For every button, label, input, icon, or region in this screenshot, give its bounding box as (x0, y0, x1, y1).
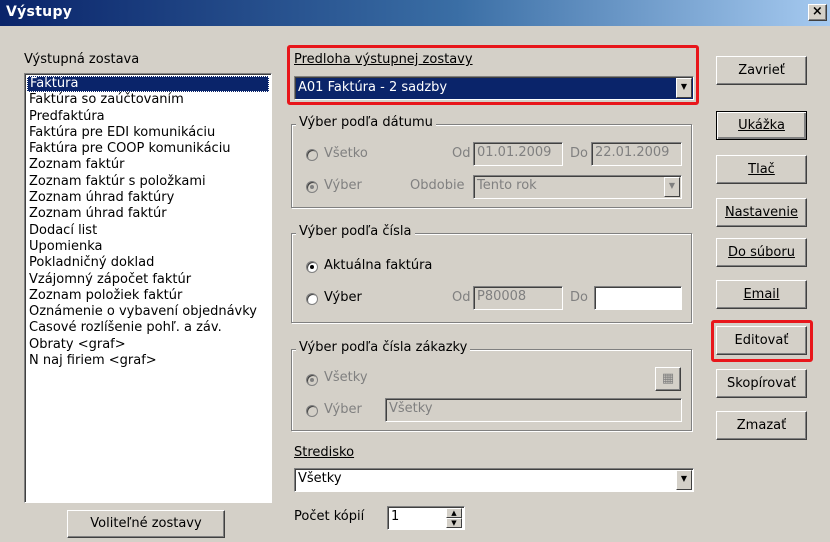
to-file-button-label: Do súboru (728, 245, 795, 260)
number-to-label: Do (570, 290, 588, 305)
list-item[interactable]: Vzájomný zápočet faktúr (27, 272, 269, 288)
copy-button-label: Skopírovať (727, 376, 796, 391)
chevron-down-icon[interactable]: ▼ (676, 470, 692, 490)
delete-button[interactable]: Zmazať (716, 411, 807, 440)
lookup-icon[interactable]: ▦ (655, 367, 681, 391)
template-highlight (287, 45, 699, 105)
order-select-label: Výber (324, 402, 362, 417)
settings-button[interactable]: Nastavenie (716, 198, 807, 227)
optional-reports-button[interactable]: Voliteľné zostavy (67, 510, 225, 538)
list-item[interactable]: Oznámenie o vybavení objednávky (27, 304, 269, 320)
close-button[interactable]: Zavrieť (716, 56, 807, 85)
list-item[interactable]: Pokladničný doklad (27, 255, 269, 271)
date-select-label: Výber (324, 178, 362, 193)
close-icon: × (811, 4, 824, 19)
list-item[interactable]: Obraty <graf> (27, 337, 269, 353)
report-listbox[interactable]: Faktúra Faktúra so zaúčtovaním Predfaktúra… (24, 73, 272, 503)
number-from-label: Od (452, 290, 471, 305)
order-all-radio[interactable] (306, 374, 318, 386)
report-list-label: Výstupná zostava (24, 52, 139, 67)
current-invoice-label: Aktuálna faktúra (324, 258, 433, 273)
list-item[interactable]: N naj firiem <graf> (27, 353, 269, 369)
order-group-title: Výber podľa čísla zákazky (296, 340, 471, 355)
to-file-button[interactable]: Do súboru (716, 238, 807, 267)
list-item[interactable]: Faktúra pre COOP komunikáciu (27, 141, 269, 157)
optional-reports-label: Voliteľné zostavy (90, 516, 202, 531)
date-from-field[interactable]: 01.01.2009 (473, 142, 563, 166)
order-all-label: Všetky (324, 370, 368, 385)
close-window-button[interactable]: × (808, 4, 827, 21)
spin-up-icon[interactable]: ▲ (446, 508, 462, 518)
window-titlebar: Výstupy × (0, 0, 830, 26)
list-item[interactable]: Upomienka (27, 239, 269, 255)
close-button-label: Zavrieť (738, 63, 785, 78)
email-button[interactable]: Email (716, 280, 807, 309)
list-item[interactable]: Faktúra (27, 76, 269, 93)
center-value: Všetky (298, 471, 342, 486)
preview-button[interactable]: Ukážka (716, 111, 807, 140)
copies-label: Počet kópií (294, 509, 365, 524)
date-to-field[interactable]: 22.01.2009 (591, 142, 682, 166)
number-from-field[interactable]: P80008 (473, 286, 563, 310)
order-select-field[interactable]: Všetky (385, 398, 682, 422)
list-item[interactable]: Zoznam úhrad faktúr (27, 206, 269, 222)
date-select-radio[interactable] (306, 181, 318, 193)
chevron-down-icon[interactable]: ▼ (664, 177, 680, 197)
order-select-radio[interactable] (306, 405, 318, 417)
date-all-radio[interactable] (306, 149, 318, 161)
number-group-title: Výber podľa čísla (296, 224, 415, 239)
period-label: Obdobie (410, 178, 465, 193)
edit-highlight (711, 320, 813, 362)
window-title: Výstupy (6, 4, 73, 20)
list-item[interactable]: Zoznam položiek faktúr (27, 288, 269, 304)
current-invoice-radio[interactable] (306, 261, 318, 273)
list-item[interactable]: Dodací list (27, 223, 269, 239)
list-item[interactable]: Zoznam faktúr (27, 157, 269, 173)
list-item[interactable]: Faktúra so zaúčtovaním (27, 92, 269, 108)
preview-button-label: Ukážka (738, 118, 785, 133)
date-to-label: Do (570, 146, 588, 161)
center-dropdown[interactable]: Všetky ▼ (294, 468, 694, 492)
report-list-label-text: Výstupná zostava (24, 52, 140, 67)
settings-button-label: Nastavenie (724, 205, 799, 220)
list-item[interactable]: Faktúra pre EDI komunikáciu (27, 125, 269, 141)
number-select-label: Výber (324, 290, 362, 305)
center-label: Stredisko (294, 445, 355, 460)
period-dropdown[interactable]: Tento rok ▼ (473, 175, 682, 199)
date-group-title: Výber podľa dátumu (296, 115, 436, 130)
list-item[interactable]: Časové rozlíšenie pohľ. a záv. (27, 320, 269, 336)
copies-value: 1 (391, 509, 400, 524)
list-item[interactable]: Zoznam faktúr s položkami (27, 174, 269, 190)
copy-button[interactable]: Skopírovať (716, 369, 807, 398)
number-select-radio[interactable] (306, 293, 318, 305)
date-all-label: Všetko (324, 146, 368, 161)
list-item[interactable]: Zoznam úhrad faktúry (27, 190, 269, 206)
print-button[interactable]: Tlač (716, 155, 807, 184)
date-from-label: Od (452, 146, 471, 161)
delete-button-label: Zmazať (736, 418, 787, 433)
list-item[interactable]: Predfaktúra (27, 109, 269, 125)
spin-down-icon[interactable]: ▼ (446, 518, 462, 528)
period-value: Tento rok (477, 178, 537, 193)
number-to-field[interactable] (594, 286, 682, 310)
email-button-label: Email (743, 287, 780, 302)
print-button-label: Tlač (748, 162, 775, 177)
